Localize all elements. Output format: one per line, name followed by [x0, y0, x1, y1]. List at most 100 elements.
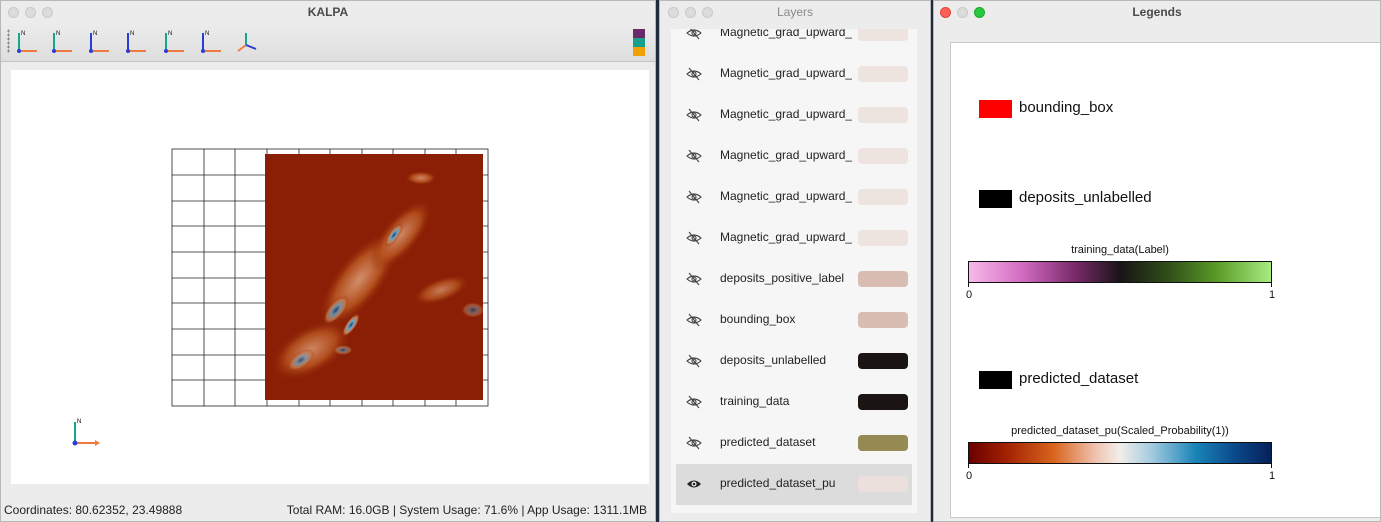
swatch-purple: [633, 29, 645, 38]
legend-swatch: [979, 100, 1012, 118]
layer-row[interactable]: Magnetic_grad_upward_n2: [676, 177, 912, 218]
kalpa-window: KALPA N N N N N N N Coordinates: 80.62352, 23…: [0, 0, 656, 522]
minimize-button[interactable]: [685, 7, 696, 18]
layer-name: Magnetic_grad_upward_n2: [720, 230, 852, 244]
eye-slash-icon[interactable]: [686, 66, 702, 82]
axis-view-4-icon[interactable]: N: [122, 27, 152, 57]
layer-row[interactable]: Magnetic_grad_upward_n: [676, 29, 912, 54]
colorbar-title: training_data(Label): [1071, 244, 1169, 256]
close-button[interactable]: [668, 7, 679, 18]
legend-swatch: [979, 190, 1012, 208]
axis-view-3-icon[interactable]: N: [85, 27, 115, 57]
status-bar: Coordinates: 80.62352, 23.49888 Total RA…: [1, 499, 655, 521]
eye-slash-icon[interactable]: [686, 29, 702, 41]
layer-color-swatch[interactable]: [858, 353, 908, 369]
layer-color-swatch[interactable]: [858, 148, 908, 164]
eye-slash-icon[interactable]: [686, 435, 702, 451]
minimize-button[interactable]: [25, 7, 36, 18]
layer-row[interactable]: Magnetic_grad_upward_n2: [676, 218, 912, 259]
zoom-button[interactable]: [702, 7, 713, 18]
layer-row[interactable]: Magnetic_grad_upward_n2: [676, 54, 912, 95]
layer-row[interactable]: predicted_dataset: [676, 423, 912, 464]
layer-color-swatch[interactable]: [858, 435, 908, 451]
colorbar-title: predicted_dataset_pu(Scaled_Probability(…: [1011, 425, 1229, 437]
colorbar-min-label: 0: [966, 470, 973, 482]
window-title: Legends: [1132, 5, 1182, 19]
colorbar-tick: [968, 464, 969, 468]
view-toolbar: NNNNNN: [1, 23, 655, 62]
legend-label: deposits_unlabelled: [1019, 189, 1152, 206]
eye-slash-icon[interactable]: [686, 107, 702, 123]
colorbar-tick: [968, 283, 969, 287]
layer-list[interactable]: predicted_dataset_pu predicted_dataset tra…: [671, 29, 917, 513]
north-indicator-icon: N: [72, 419, 100, 446]
close-button[interactable]: [8, 7, 19, 18]
layer-color-swatch[interactable]: [858, 29, 908, 41]
layer-color-swatch[interactable]: [858, 271, 908, 287]
eye-slash-icon[interactable]: [686, 230, 702, 246]
axis-view-6-icon[interactable]: N: [197, 27, 227, 57]
eye-slash-icon[interactable]: [686, 312, 702, 328]
eye-icon[interactable]: [686, 476, 702, 492]
layer-name: deposits_unlabelled: [720, 353, 827, 367]
svg-text:N: N: [93, 31, 97, 37]
layer-name: predicted_dataset: [720, 435, 816, 449]
kalpa-titlebar[interactable]: KALPA: [1, 1, 655, 23]
toolbar-grip-handle[interactable]: [7, 29, 10, 53]
training-data-colorbar: [968, 261, 1272, 283]
layer-color-swatch[interactable]: [858, 312, 908, 328]
svg-text:N: N: [130, 31, 134, 37]
layer-row[interactable]: predicted_dataset_pu: [676, 464, 912, 505]
layer-name: Magnetic_grad_upward_n2: [720, 148, 852, 162]
eye-slash-icon[interactable]: [686, 353, 702, 369]
legend-panel: bounding_box deposits_unlabelled trainin…: [950, 42, 1380, 518]
layer-name: predicted_dataset_pu: [720, 476, 836, 490]
axis-view-5-icon[interactable]: N: [160, 27, 190, 57]
layer-name: Magnetic_grad_upward_n2: [720, 66, 852, 80]
eye-slash-icon[interactable]: [686, 189, 702, 205]
layer-row[interactable]: training_data: [676, 382, 912, 423]
layer-row[interactable]: deposits_unlabelled: [676, 341, 912, 382]
layer-name: training_data: [720, 394, 790, 408]
layer-name: deposits_positive_label: [720, 271, 845, 285]
map-view: N: [72, 148, 489, 446]
axis-view-7-icon[interactable]: [234, 27, 264, 57]
eye-slash-icon[interactable]: [686, 148, 702, 164]
raster-layer: [265, 154, 483, 400]
minimize-button[interactable]: [957, 7, 968, 18]
layer-row[interactable]: deposits_positive_label: [676, 259, 912, 300]
close-button[interactable]: [940, 7, 951, 18]
eye-slash-icon[interactable]: [686, 271, 702, 287]
zoom-button[interactable]: [974, 7, 985, 18]
coordinates-readout: Coordinates: 80.62352, 23.49888: [4, 503, 183, 517]
window-title: Layers: [776, 5, 814, 19]
layer-row[interactable]: Magnetic_grad_upward_n2: [676, 136, 912, 177]
layer-name: bounding_box: [720, 312, 796, 326]
layer-color-swatch[interactable]: [858, 189, 908, 205]
north-label: N: [77, 419, 81, 425]
colorbar-max-label: 1: [1269, 470, 1276, 482]
window-title: KALPA: [307, 5, 349, 19]
legend-swatch: [979, 371, 1012, 389]
eye-slash-icon[interactable]: [686, 394, 702, 410]
layer-row[interactable]: Magnetic_grad_upward_n2: [676, 95, 912, 136]
svg-text:N: N: [205, 31, 209, 37]
layer-color-swatch[interactable]: [858, 394, 908, 410]
axis-view-1-icon[interactable]: N: [13, 27, 43, 57]
map-canvas[interactable]: N: [11, 70, 649, 484]
layer-name: Magnetic_grad_upward_n: [720, 29, 852, 39]
layer-color-swatch[interactable]: [858, 476, 908, 492]
legends-titlebar[interactable]: Legends: [934, 1, 1380, 23]
axis-view-2-icon[interactable]: N: [48, 27, 78, 57]
svg-text:N: N: [168, 31, 172, 37]
legends-window: Legends bounding_box deposits_unlabelled…: [933, 0, 1381, 522]
layers-titlebar[interactable]: Layers: [660, 1, 930, 23]
color-swatch-stack[interactable]: [633, 29, 645, 57]
layer-color-swatch[interactable]: [858, 107, 908, 123]
svg-text:N: N: [21, 31, 25, 37]
layer-name: Magnetic_grad_upward_n2: [720, 107, 852, 121]
zoom-button[interactable]: [42, 7, 53, 18]
layer-color-swatch[interactable]: [858, 66, 908, 82]
layer-color-swatch[interactable]: [858, 230, 908, 246]
layer-row[interactable]: bounding_box: [676, 300, 912, 341]
